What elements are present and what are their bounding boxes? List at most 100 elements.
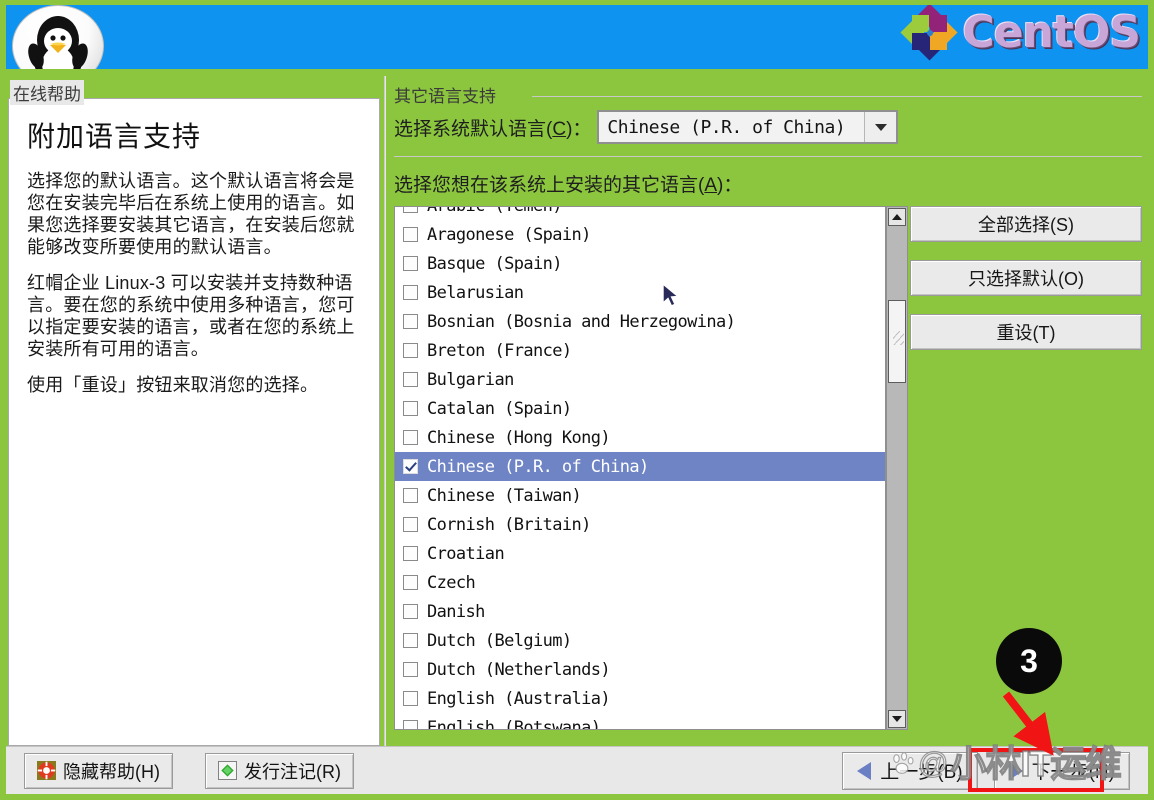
release-notes-button[interactable]: 发行注记(R) — [205, 752, 354, 789]
language-list-item[interactable]: Dutch (Netherlands) — [395, 655, 885, 684]
language-checkbox[interactable] — [403, 575, 418, 590]
centos-wordmark: CentOS — [962, 7, 1141, 58]
language-list-item[interactable]: English (Australia) — [395, 684, 885, 713]
default-language-row: 选择系统默认语言(C)： Chinese (P.R. of China) — [394, 110, 899, 144]
language-label: Dutch (Belgium) — [427, 630, 572, 651]
language-list-item[interactable]: Chinese (Hong Kong) — [395, 423, 885, 452]
language-list-item[interactable]: Aragonese (Spain) — [395, 220, 885, 249]
language-list-item[interactable]: Danish — [395, 597, 885, 626]
next-label: 下一步(N) — [1031, 762, 1115, 783]
default-language-select[interactable]: Chinese (P.R. of China) — [597, 110, 899, 144]
language-checkbox[interactable] — [403, 633, 418, 648]
language-checkbox[interactable] — [403, 314, 418, 329]
step-badge-3: 3 — [996, 628, 1062, 694]
language-label: Chinese (Taiwan) — [427, 485, 582, 506]
language-label: Basque (Spain) — [427, 253, 562, 274]
language-label: Chinese (P.R. of China) — [427, 456, 649, 477]
help-paragraph-2: 红帽企业 Linux-3 可以安装并支持数种语言。要在您的系统中使用多种语言，您… — [27, 272, 355, 359]
hide-help-label: 隐藏帮助(H) — [63, 761, 160, 782]
language-checkbox[interactable] — [403, 546, 418, 561]
language-label: Croatian — [427, 543, 505, 564]
language-list-item[interactable]: Breton (France) — [395, 336, 885, 365]
language-label: Dutch (Netherlands) — [427, 659, 611, 680]
language-list-item[interactable]: Cornish (Britain) — [395, 510, 885, 539]
language-checkbox[interactable] — [403, 691, 418, 706]
green-diamond-icon — [218, 761, 237, 780]
help-title: 附加语言支持 — [27, 121, 202, 152]
reset-button-label: 重设(T) — [996, 323, 1056, 343]
language-checkbox[interactable] — [403, 430, 418, 445]
language-list-item[interactable]: Catalan (Spain) — [395, 394, 885, 423]
language-label: Czech — [427, 572, 476, 593]
language-label: Arabic (Yemen) — [427, 207, 562, 216]
tux-penguin-icon — [12, 5, 104, 69]
app-header: CentOS — [6, 5, 1148, 69]
language-list-item[interactable]: Belarusian — [395, 278, 885, 307]
arrow-right-icon — [1008, 761, 1023, 780]
language-list-item[interactable]: English (Botswana) — [395, 713, 885, 730]
language-checkbox[interactable] — [403, 372, 418, 387]
language-list-scrollbar[interactable] — [886, 206, 908, 730]
language-checkbox[interactable] — [403, 256, 418, 271]
language-label: Cornish (Britain) — [427, 514, 591, 535]
language-checkbox[interactable] — [403, 459, 418, 474]
language-checkbox[interactable] — [403, 401, 418, 416]
language-checkbox[interactable] — [403, 285, 418, 300]
scrollbar-thumb[interactable] — [888, 300, 906, 383]
language-label: Bulgarian — [427, 369, 514, 390]
default-language-value: Chinese (P.R. of China) — [599, 112, 865, 142]
install-languages-label: 选择您想在该系统上安装的其它语言(A)： — [394, 175, 743, 196]
section-divider — [532, 96, 1142, 97]
language-checkbox[interactable] — [403, 604, 418, 619]
language-label: English (Botswana) — [427, 717, 601, 730]
language-list-item[interactable]: Bulgarian — [395, 365, 885, 394]
select-default-only-button-label: 只选择默认(O) — [968, 269, 1084, 289]
bottom-toolbar: 隐藏帮助(H) 发行注记(R) 上一步(B) 下一步(N) — [6, 746, 1148, 794]
lifebuoy-icon — [37, 761, 56, 780]
language-label: Danish — [427, 601, 485, 622]
language-list-item[interactable]: Bosnian (Bosnia and Herzegowina) — [395, 307, 885, 336]
language-list-item[interactable]: Chinese (Taiwan) — [395, 481, 885, 510]
language-checkbox[interactable] — [403, 720, 418, 729]
language-list-item[interactable]: Dutch (Belgium) — [395, 626, 885, 655]
language-list-item[interactable]: Croatian — [395, 539, 885, 568]
scroll-up-button[interactable] — [888, 208, 906, 226]
row-divider — [394, 156, 1142, 157]
installer-window: CentOS 在线帮助 附加语言支持 选择您的默认语言。这个默认语言将会是您在安… — [0, 0, 1154, 800]
help-paragraph-1: 选择您的默认语言。这个默认语言将会是您在安装完毕后在系统上使用的语言。如果您选择… — [27, 171, 355, 257]
language-label: English (Australia) — [427, 688, 611, 709]
language-label: Belarusian — [427, 282, 524, 303]
centos-logo: CentOS — [900, 5, 1141, 61]
language-list-item[interactable]: Arabic (Yemen) — [395, 207, 885, 220]
language-checkbox[interactable] — [403, 517, 418, 532]
select-all-button-label: 全部选择(S) — [978, 215, 1074, 235]
language-list-item[interactable]: Basque (Spain) — [395, 249, 885, 278]
scroll-down-button[interactable] — [888, 710, 906, 728]
next-button[interactable]: 下一步(N) — [993, 751, 1130, 790]
language-checkbox[interactable] — [403, 227, 418, 242]
select-default-only-button[interactable]: 只选择默认(O) — [910, 260, 1142, 296]
language-list-item[interactable]: Czech — [395, 568, 885, 597]
language-label: Catalan (Spain) — [427, 398, 572, 419]
language-checkbox[interactable] — [403, 662, 418, 677]
reset-button[interactable]: 重设(T) — [910, 314, 1142, 350]
language-label: Bosnian (Bosnia and Herzegowina) — [427, 311, 736, 332]
list-action-buttons: 全部选择(S) 只选择默认(O) 重设(T) — [910, 206, 1142, 350]
centos-pinwheel-icon — [900, 5, 958, 61]
back-button[interactable]: 上一步(B) — [842, 751, 978, 790]
hide-help-button[interactable]: 隐藏帮助(H) — [24, 752, 173, 789]
mouse-cursor — [662, 283, 680, 307]
language-list-item[interactable]: Chinese (P.R. of China) — [395, 452, 885, 481]
language-checkbox[interactable] — [403, 488, 418, 503]
language-checkbox[interactable] — [403, 343, 418, 358]
release-notes-label: 发行注记(R) — [244, 761, 341, 782]
language-list[interactable]: Arabic (Yemen) Aragonese (Spain) Basque (S… — [394, 206, 886, 730]
language-checkbox[interactable] — [403, 207, 418, 213]
select-all-button[interactable]: 全部选择(S) — [910, 206, 1142, 242]
chevron-down-icon[interactable] — [864, 112, 897, 142]
panel-divider — [384, 76, 386, 746]
arrow-left-icon — [857, 761, 872, 780]
section-title: 其它语言支持 — [394, 87, 496, 106]
default-language-label: 选择系统默认语言(C)： — [394, 118, 592, 140]
language-label: Breton (France) — [427, 340, 572, 361]
